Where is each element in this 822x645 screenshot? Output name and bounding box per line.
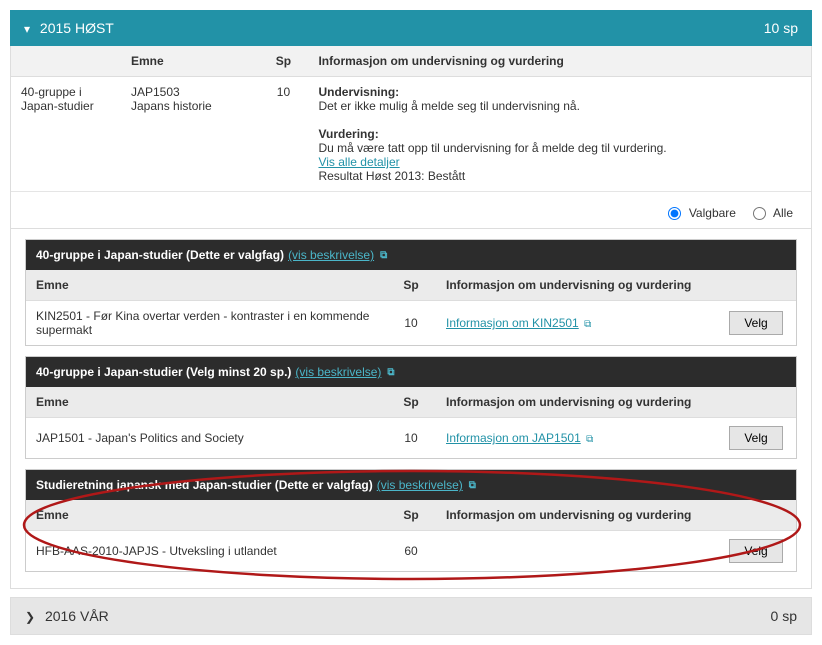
btn-cell: Velg <box>716 301 796 346</box>
sub-header-btn <box>716 270 796 301</box>
block-table: Emne Sp Informasjon om undervisning og v… <box>26 500 796 571</box>
radio-alle-text: Alle <box>773 206 793 220</box>
emne-cell: JAP1501 - Japan's Politics and Society <box>26 418 386 459</box>
block-header: Studieretning japansk med Japan-studier … <box>26 470 796 500</box>
radio-alle[interactable] <box>753 207 766 220</box>
external-icon: ⧉ <box>469 480 476 491</box>
external-icon: ⧉ <box>584 319 591 330</box>
chevron-down-icon: ▾ <box>24 22 30 36</box>
sub-header-btn <box>716 500 796 531</box>
semester-header-next[interactable]: ❯ 2016 VÅR 0 sp <box>10 597 812 635</box>
external-icon: ⧉ <box>380 250 387 261</box>
sp-cell: 10 <box>258 77 308 192</box>
radio-alle-label[interactable]: Alle <box>753 206 793 220</box>
semester-sp: 0 sp <box>771 608 797 624</box>
course-block-0: 40-gruppe i Japan-studier (Dette er valg… <box>25 239 797 346</box>
block-table: Emne Sp Informasjon om undervisning og v… <box>26 270 796 345</box>
table-row: 40-gruppe i Japan-studier JAP1503 Japans… <box>11 77 811 192</box>
emne-cell: HFB-AAS-2010-JAPJS - Utveksling i utland… <box>26 531 386 572</box>
sub-header-sp: Sp <box>386 500 436 531</box>
btn-cell: Velg <box>716 531 796 572</box>
table-row: HFB-AAS-2010-JAPJS - Utveksling i utland… <box>26 531 796 572</box>
radio-valgbare[interactable] <box>668 207 681 220</box>
sub-header-info: Informasjon om undervisning og vurdering <box>436 500 716 531</box>
btn-cell: Velg <box>716 418 796 459</box>
semester-body: Emne Sp Informasjon om undervisning og v… <box>10 46 812 589</box>
semester-title: 2015 HØST <box>40 20 114 36</box>
undervisning-label: Undervisning: <box>318 85 399 99</box>
desc-link[interactable]: (vis beskrivelse) <box>288 248 374 262</box>
filter-radios: Valgbare Alle <box>11 192 811 229</box>
result-text: Resultat Høst 2013: Bestått <box>318 169 465 183</box>
emne-code: JAP1503 <box>131 85 180 99</box>
sub-header-emne: Emne <box>26 500 386 531</box>
header-emne: Emne <box>121 46 258 77</box>
undervisning-text: Det er ikke mulig å melde seg til underv… <box>318 99 579 113</box>
desc-link[interactable]: (vis beskrivelse) <box>377 478 463 492</box>
sp-cell: 10 <box>386 301 436 346</box>
radio-valgbare-label[interactable]: Valgbare <box>668 206 739 220</box>
chevron-right-icon: ❯ <box>25 610 35 624</box>
header-sp: Sp <box>258 46 308 77</box>
sub-header-sp: Sp <box>386 270 436 301</box>
sub-header-info: Informasjon om undervisning og vurdering <box>436 270 716 301</box>
header-group <box>11 46 121 77</box>
block-header: 40-gruppe i Japan-studier (Dette er valg… <box>26 240 796 270</box>
sub-header-sp: Sp <box>386 387 436 418</box>
semester-title: 2016 VÅR <box>45 608 109 624</box>
info-link[interactable]: Informasjon om JAP1501 <box>446 431 581 445</box>
semester-header-current[interactable]: ▾ 2015 HØST 10 sp <box>10 10 812 46</box>
velg-button[interactable]: Velg <box>729 311 782 335</box>
block-table: Emne Sp Informasjon om undervisning og v… <box>26 387 796 458</box>
info-cell: Informasjon om KIN2501 ⧉ <box>436 301 716 346</box>
sub-header-emne: Emne <box>26 387 386 418</box>
radio-valgbare-text: Valgbare <box>689 206 736 220</box>
course-block-1: 40-gruppe i Japan-studier (Velg minst 20… <box>25 356 797 459</box>
block-title: 40-gruppe i Japan-studier (Dette er valg… <box>36 248 284 262</box>
sp-cell: 10 <box>386 418 436 459</box>
emne-cell: KIN2501 - Før Kina overtar verden - kont… <box>26 301 386 346</box>
emne-name: Japans historie <box>131 99 212 113</box>
info-cell: Informasjon om JAP1501 ⧉ <box>436 418 716 459</box>
block-header: 40-gruppe i Japan-studier (Velg minst 20… <box>26 357 796 387</box>
details-link[interactable]: Vis alle detaljer <box>318 155 399 169</box>
circle-wrap: Studieretning japansk med Japan-studier … <box>11 469 811 572</box>
external-icon: ⧉ <box>387 367 394 378</box>
table-row: JAP1501 - Japan's Politics and Society 1… <box>26 418 796 459</box>
info-cell <box>436 531 716 572</box>
table-row: KIN2501 - Før Kina overtar verden - kont… <box>26 301 796 346</box>
group-cell: 40-gruppe i Japan-studier <box>11 77 121 192</box>
info-link[interactable]: Informasjon om KIN2501 <box>446 316 579 330</box>
semester-sp: 10 sp <box>764 20 798 36</box>
header-info: Informasjon om undervisning og vurdering <box>308 46 811 77</box>
velg-button[interactable]: Velg <box>729 426 782 450</box>
info-cell: Undervisning: Det er ikke mulig å melde … <box>308 77 811 192</box>
sub-header-emne: Emne <box>26 270 386 301</box>
block-title: Studieretning japansk med Japan-studier … <box>36 478 373 492</box>
course-block-2: Studieretning japansk med Japan-studier … <box>25 469 797 572</box>
desc-link[interactable]: (vis beskrivelse) <box>295 365 381 379</box>
main-table: Emne Sp Informasjon om undervisning og v… <box>11 46 811 192</box>
sub-header-btn <box>716 387 796 418</box>
velg-button[interactable]: Velg <box>729 539 782 563</box>
emne-cell: JAP1503 Japans historie <box>121 77 258 192</box>
vurdering-label: Vurdering: <box>318 127 378 141</box>
block-title: 40-gruppe i Japan-studier (Velg minst 20… <box>36 365 291 379</box>
vurdering-text: Du må være tatt opp til undervisning for… <box>318 141 666 155</box>
sub-header-info: Informasjon om undervisning og vurdering <box>436 387 716 418</box>
sp-cell: 60 <box>386 531 436 572</box>
external-icon: ⧉ <box>586 434 593 445</box>
